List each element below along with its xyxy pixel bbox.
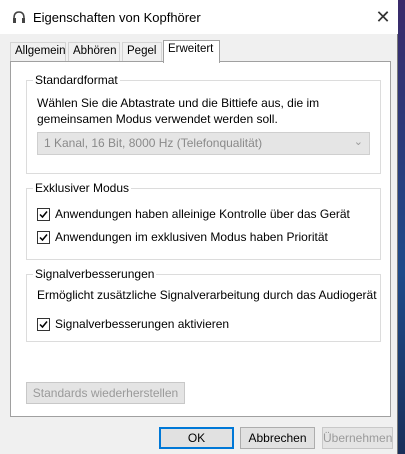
tab-erweitert[interactable]: Erweitert <box>163 40 220 63</box>
enhancements-checkbox[interactable] <box>37 318 50 331</box>
group-title-exklusiv: Exklusiver Modus <box>33 181 132 195</box>
exclusive-control-label: Anwendungen haben alleinige Kontrolle üb… <box>55 207 350 221</box>
window-title: Eigenschaften von Kopfhörer <box>33 10 201 25</box>
checkmark-icon <box>39 321 48 329</box>
chevron-down-icon: ⌄ <box>353 136 363 148</box>
checkmark-icon <box>39 211 48 219</box>
properties-dialog: Eigenschaften von Kopfhörer ✕ Allgemein … <box>0 0 398 454</box>
apply-button[interactable]: Übernehmen <box>322 427 393 449</box>
group-signalverbesserungen: Signalverbesserungen <box>26 267 381 342</box>
checkmark-icon <box>39 234 48 242</box>
standardformat-description-line2: gemeinsamen Modus verwendet werden soll. <box>37 112 278 126</box>
group-title-standardformat: Standardformat <box>33 73 120 87</box>
enhancements-label: Signalverbesserungen aktivieren <box>55 317 230 331</box>
sample-rate-select[interactable]: 1 Kanal, 16 Bit, 8000 Hz (Telefonqualitä… <box>37 132 370 155</box>
cancel-button[interactable]: Abbrechen <box>240 427 315 449</box>
tab-allgemein[interactable]: Allgemein <box>10 42 66 61</box>
sample-rate-select-value: 1 Kanal, 16 Bit, 8000 Hz (Telefonqualitä… <box>44 136 263 150</box>
exclusive-priority-checkbox[interactable] <box>37 231 50 244</box>
signal-description: Ermöglicht zusätzliche Signalverarbeitun… <box>37 288 377 302</box>
tab-pegel[interactable]: Pegel <box>122 42 162 61</box>
restore-defaults-button[interactable]: Standards wiederherstellen <box>26 382 185 404</box>
title-bar: Eigenschaften von Kopfhörer ✕ <box>0 0 398 34</box>
ok-button[interactable]: OK <box>159 427 234 449</box>
standardformat-description-line1: Wählen Sie die Abtastrate und die Bittie… <box>37 96 320 110</box>
headphones-icon <box>13 11 25 23</box>
tab-abhoeren[interactable]: Abhören <box>68 42 120 61</box>
exclusive-priority-label: Anwendungen im exklusiven Modus haben Pr… <box>55 230 328 244</box>
close-icon[interactable]: ✕ <box>372 6 394 28</box>
exclusive-control-checkbox[interactable] <box>37 208 50 221</box>
group-exklusiver-modus: Exklusiver Modus <box>26 181 381 260</box>
group-title-signal: Signalverbesserungen <box>33 267 157 281</box>
